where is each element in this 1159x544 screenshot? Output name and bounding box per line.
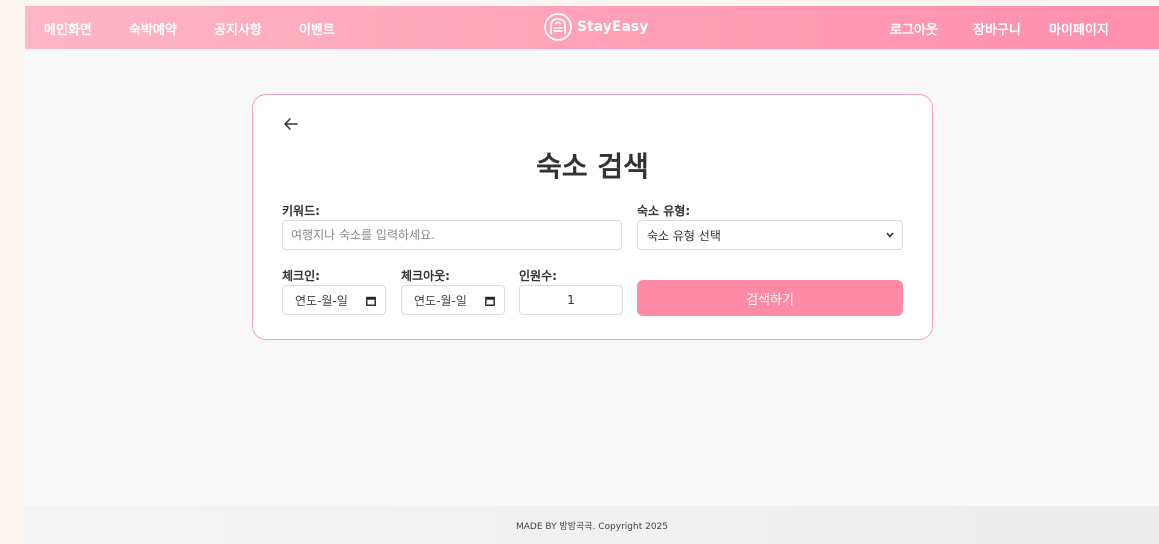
keyword-label: 키워드: xyxy=(282,204,320,218)
checkin-label: 체크인: xyxy=(282,269,320,283)
nav-cart[interactable]: 장바구니 xyxy=(973,19,1021,38)
nav-mypage[interactable]: 마이페이지 xyxy=(1049,19,1109,38)
calendar-icon[interactable] xyxy=(366,296,376,306)
page-title: 숙소 검색 xyxy=(536,150,649,183)
nav-logout[interactable]: 로그아웃 xyxy=(890,19,938,38)
type-select-value: 숙소 유형 선택 xyxy=(647,228,721,243)
footer: MADE BY 방방곡곡. Copyright 2025 xyxy=(25,506,1159,544)
search-button[interactable]: 검색하기 xyxy=(637,280,903,316)
brand-logo-link[interactable]: StayEasy xyxy=(543,9,648,45)
nav-reservation[interactable]: 숙박예약 xyxy=(129,19,177,38)
checkin-value: 연도-월-일 xyxy=(295,293,348,308)
nav-event[interactable]: 이벤트 xyxy=(299,19,335,38)
keyword-input[interactable] xyxy=(282,220,622,250)
search-card: 숙소 검색 키워드: 숙소 유형: 숙소 유형 선택 체크인: 연도-월-일 체… xyxy=(252,94,933,340)
page: 메인화면 숙박예약 공지사항 이벤트 StayEasy 로그아웃 장바구니 마이… xyxy=(25,6,1159,544)
nav-home[interactable]: 메인화면 xyxy=(44,19,92,38)
guests-input[interactable] xyxy=(519,285,623,315)
guests-label: 인원수: xyxy=(519,269,557,283)
checkin-date-input[interactable]: 연도-월-일 xyxy=(282,285,386,315)
footer-copyright: MADE BY 방방곡곡. Copyright 2025 xyxy=(515,521,669,532)
calendar-icon[interactable] xyxy=(485,296,495,306)
back-arrow-icon[interactable] xyxy=(283,117,299,131)
nav-notice[interactable]: 공지사항 xyxy=(214,19,262,38)
chevron-down-icon xyxy=(886,232,894,238)
checkout-date-input[interactable]: 연도-월-일 xyxy=(401,285,505,315)
brand-name: StayEasy xyxy=(577,19,649,35)
top-nav-bar: 메인화면 숙박예약 공지사항 이벤트 StayEasy 로그아웃 장바구니 마이… xyxy=(25,6,1159,49)
type-label: 숙소 유형: xyxy=(637,204,691,218)
checkout-label: 체크아웃: xyxy=(401,269,450,283)
house-arch-logo-icon xyxy=(544,13,572,41)
checkout-value: 연도-월-일 xyxy=(414,293,467,308)
accommodation-type-select[interactable]: 숙소 유형 선택 xyxy=(637,220,903,250)
